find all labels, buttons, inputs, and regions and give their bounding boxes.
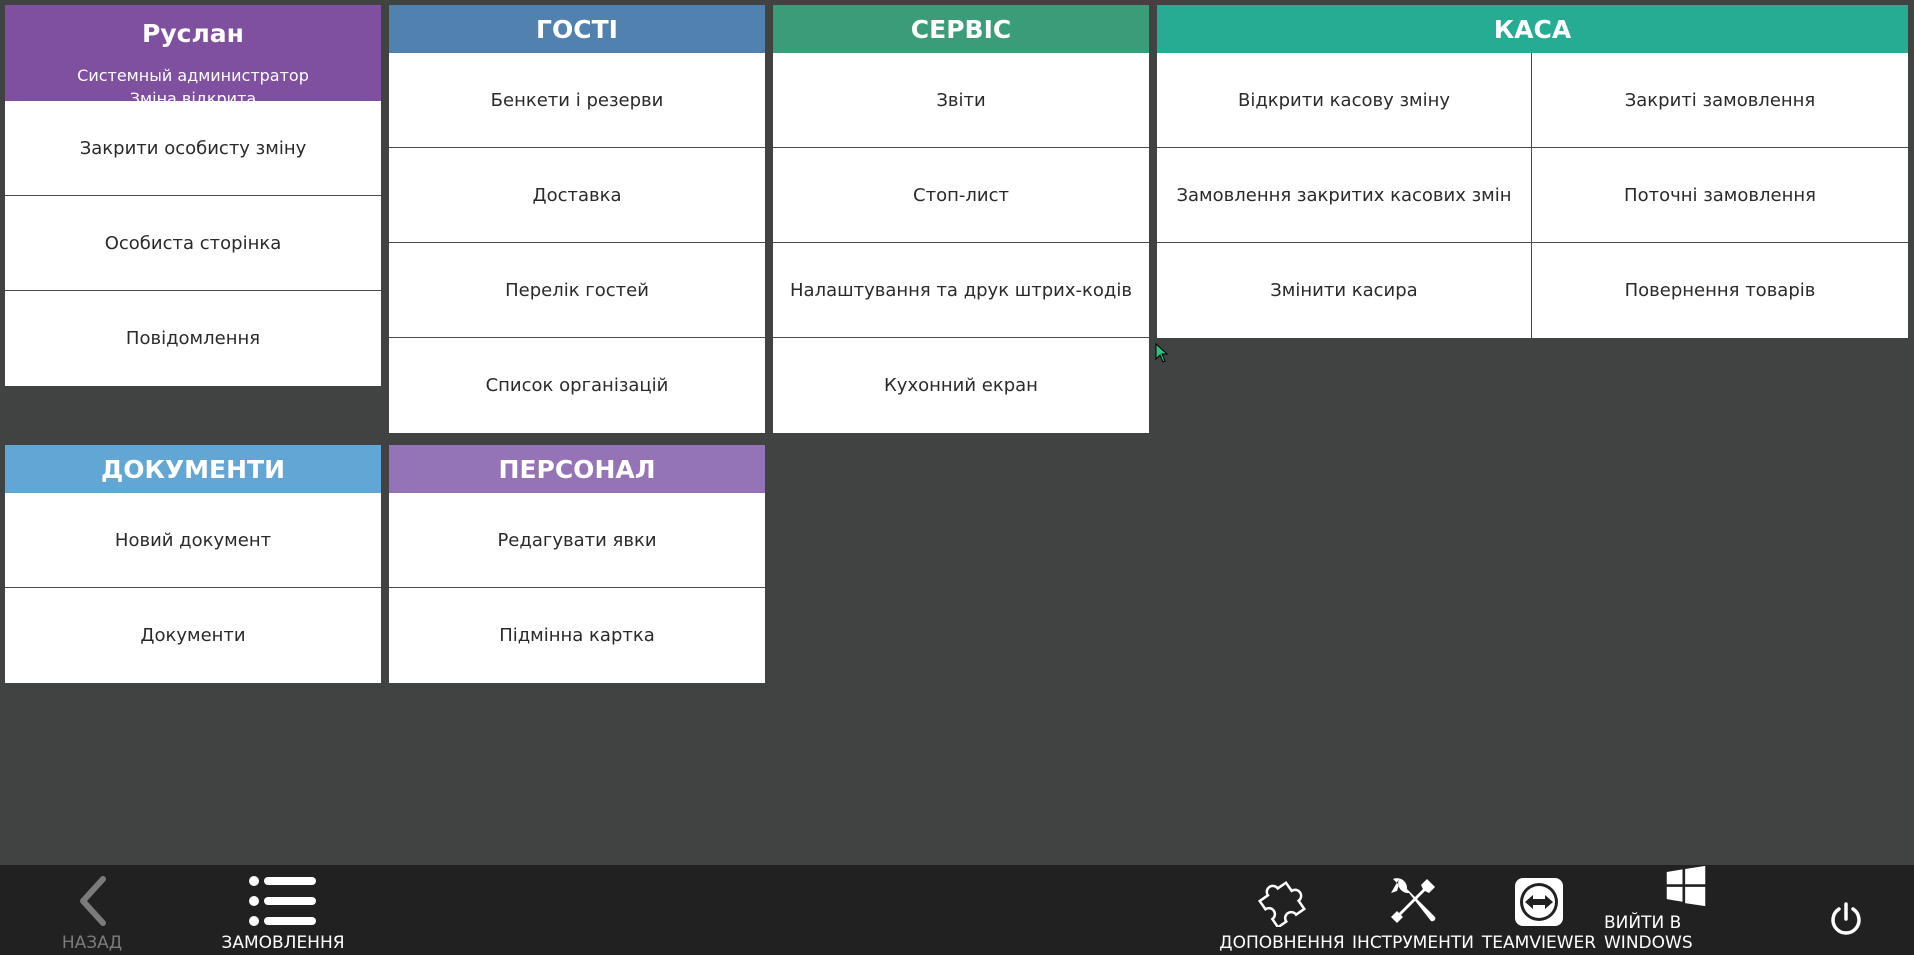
substitute-card-button[interactable]: Підмінна картка xyxy=(389,588,765,683)
power-icon xyxy=(1831,902,1861,935)
product-returns-button[interactable]: Повернення товарів xyxy=(1532,243,1908,338)
exit-windows-label: ВИЙТИ В WINDOWS xyxy=(1604,913,1693,953)
guests-header: ГОСТІ xyxy=(389,5,765,53)
back-button[interactable]: НАЗАД xyxy=(52,865,132,955)
banquets-reservations-button[interactable]: Бенкети і резерви xyxy=(389,53,765,148)
documents-panel: ДОКУМЕНТИ Новий документ Документи xyxy=(5,445,381,683)
edit-attendance-button[interactable]: Редагувати явки xyxy=(389,493,765,588)
tools-icon xyxy=(1391,878,1436,923)
reports-button[interactable]: Звіти xyxy=(773,53,1149,148)
new-document-button[interactable]: Новий документ xyxy=(5,493,381,588)
current-orders-button[interactable]: Поточні замовлення xyxy=(1532,148,1908,243)
barcode-settings-button[interactable]: Налаштування та друк штрих-кодів xyxy=(773,243,1149,338)
delivery-button[interactable]: Доставка xyxy=(389,148,765,243)
shift-datetime: 12.10.2023 14:21 xyxy=(121,112,265,131)
guest-list-button[interactable]: Перелік гостей xyxy=(389,243,765,338)
list-icon xyxy=(249,876,316,926)
organizations-list-button[interactable]: Список організацій xyxy=(389,338,765,433)
puzzle-icon xyxy=(1257,880,1307,927)
messages-button[interactable]: Повідомлення xyxy=(5,291,381,386)
documents-button[interactable]: Документи xyxy=(5,588,381,683)
closed-shift-orders-button[interactable]: Замовлення закритих касових змін xyxy=(1157,148,1532,243)
stop-list-button[interactable]: Стоп-лист xyxy=(773,148,1149,243)
chevron-left-icon xyxy=(80,876,106,926)
staff-panel: ПЕРСОНАЛ Редагувати явки Підмінна картка xyxy=(389,445,765,683)
power-button[interactable] xyxy=(1826,865,1866,955)
kitchen-screen-button[interactable]: Кухонний екран xyxy=(773,338,1149,433)
user-name: Руслан xyxy=(142,19,244,48)
guests-panel: ГОСТІ Бенкети і резерви Доставка Перелік… xyxy=(389,5,765,433)
documents-header: ДОКУМЕНТИ xyxy=(5,445,381,493)
bottom-bar: НАЗАД ЗАМОВЛЕННЯ ДОПОВНЕННЯ ІНСТРУМЕНТИ xyxy=(0,865,1914,955)
tools-label: ІНСТРУМЕНТИ xyxy=(1352,933,1474,953)
user-card: Руслан Системный администратор Зміна від… xyxy=(5,5,381,131)
addons-button[interactable]: ДОПОВНЕННЯ xyxy=(1219,865,1345,955)
service-panel: СЕРВІС Звіти Стоп-лист Налаштування та д… xyxy=(773,5,1149,433)
back-label: НАЗАД xyxy=(61,933,123,953)
exit-windows-button[interactable]: ВИЙТИ В WINDOWS xyxy=(1604,865,1768,955)
user-role: Системный администратор xyxy=(77,66,309,85)
staff-header: ПЕРСОНАЛ xyxy=(389,445,765,493)
closed-orders-button[interactable]: Закриті замовлення xyxy=(1532,53,1908,148)
teamviewer-label: TEAMVIEWER xyxy=(1481,933,1597,953)
shift-status: Зміна відкрита xyxy=(129,89,257,108)
personal-page-button[interactable]: Особиста сторінка xyxy=(5,196,381,291)
teamviewer-button[interactable]: TEAMVIEWER xyxy=(1481,865,1597,955)
cash-grid: Відкрити касову зміну Закриті замовлення… xyxy=(1157,53,1908,338)
orders-label: ЗАМОВЛЕННЯ xyxy=(221,933,345,953)
windows-icon xyxy=(1666,865,1706,907)
change-cashier-button[interactable]: Змінити касира xyxy=(1157,243,1532,338)
addons-label: ДОПОВНЕННЯ xyxy=(1219,933,1345,953)
cash-panel: КАСА Відкрити касову зміну Закриті замов… xyxy=(1157,5,1908,338)
user-panel: Руслан Системный администратор Зміна від… xyxy=(5,5,381,386)
orders-button[interactable]: ЗАМОВЛЕННЯ xyxy=(221,865,345,955)
teamviewer-icon xyxy=(1515,878,1563,926)
mouse-cursor-icon xyxy=(1155,343,1169,363)
service-header: СЕРВІС xyxy=(773,5,1149,53)
tools-button[interactable]: ІНСТРУМЕНТИ xyxy=(1352,865,1474,955)
cash-header: КАСА xyxy=(1157,5,1908,53)
open-cash-shift-button[interactable]: Відкрити касову зміну xyxy=(1157,53,1532,148)
